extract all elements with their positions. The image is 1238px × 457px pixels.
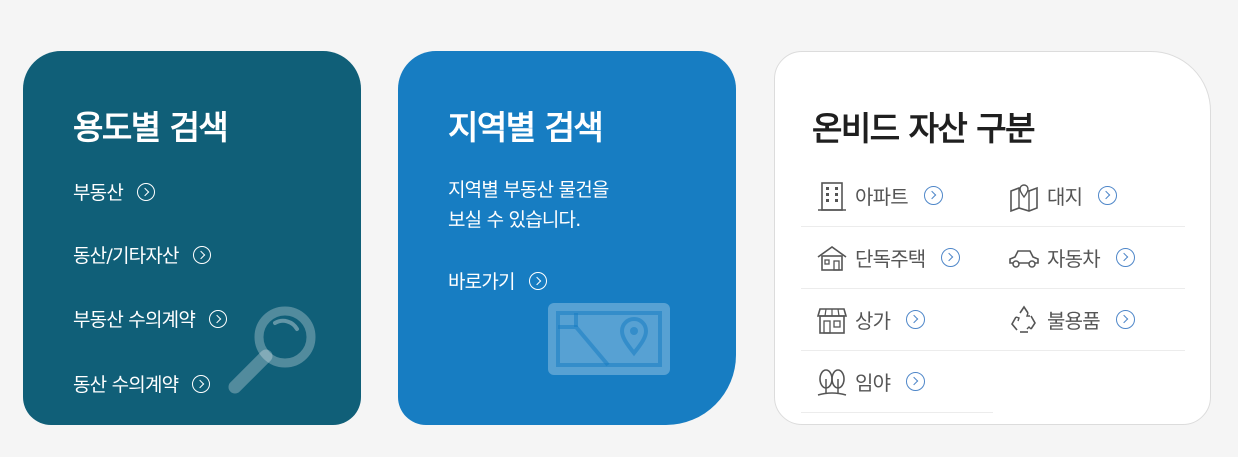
apartment-icon [818,181,846,211]
usage-search-title: 용도별 검색 [73,108,229,147]
asset-item-land[interactable]: 대지 [993,165,1185,227]
usage-link-label: 부동산 수의계약 [73,309,196,331]
store-icon [816,307,848,334]
land-map-icon [1010,183,1038,212]
asset-item-label: 임야 [855,371,891,395]
arrow-right-circle-icon [528,271,547,290]
arrow-right-circle-icon [906,372,926,391]
arrow-right-circle-icon [1098,186,1118,205]
asset-item-label: 자동차 [1047,247,1101,271]
asset-item-surplus-goods[interactable]: 불용품 [993,289,1185,351]
usage-search-card: 용도별 검색 부동산 동산/기타자산 부동산 수의계약 동산 수의계약 [23,51,361,425]
asset-item-forest[interactable]: 임야 [801,351,993,413]
usage-link-real-estate[interactable]: 부동산 [73,178,156,205]
usage-link-real-estate-private[interactable]: 부동산 수의계약 [73,305,228,332]
asset-item-label: 대지 [1047,185,1083,209]
arrow-right-circle-icon [1115,248,1135,267]
usage-link-label: 부동산 [73,182,124,204]
onbid-asset-types-card: 온비드 자산 구분 아파트 대지 단독주택 자동차 상가 불용품 임야 [774,51,1211,425]
asset-item-detached-house[interactable]: 단독주택 [801,227,993,289]
asset-item-label: 아파트 [855,185,909,209]
region-desc-line-2: 보실 수 있습니다. [448,209,581,231]
asset-item-store[interactable]: 상가 [801,289,993,351]
asset-types-title: 온비드 자산 구분 [812,109,1036,148]
asset-item-label: 불용품 [1047,309,1101,333]
usage-link-movables[interactable]: 동산/기타자산 [73,241,211,268]
asset-item-apartment[interactable]: 아파트 [801,165,993,227]
asset-item-car[interactable]: 자동차 [993,227,1185,289]
usage-link-label: 동산 수의계약 [73,374,179,396]
arrow-right-circle-icon [192,245,211,264]
asset-item-label: 단독주택 [855,247,926,271]
region-search-title: 지역별 검색 [448,108,604,147]
region-search-description: 지역별 부동산 물건을 보실 수 있습니다. [448,175,609,235]
region-shortcut-label: 바로가기 [448,271,516,293]
region-desc-line-1: 지역별 부동산 물건을 [448,179,609,201]
forest-icon [817,368,847,396]
arrow-right-circle-icon [137,182,156,201]
map-location-icon [548,303,670,375]
asset-item-label: 상가 [855,309,891,333]
region-shortcut-link[interactable]: 바로가기 [448,267,547,294]
usage-link-movables-private[interactable]: 동산 수의계약 [73,370,211,397]
arrow-right-circle-icon [192,374,211,393]
arrow-right-circle-icon [1115,310,1135,329]
region-search-card: 지역별 검색 지역별 부동산 물건을 보실 수 있습니다. 바로가기 [398,51,736,425]
usage-link-label: 동산/기타자산 [73,245,179,267]
arrow-right-circle-icon [923,186,943,205]
recycle-icon [1011,305,1036,333]
house-icon [817,245,847,271]
arrow-right-circle-icon [941,248,961,267]
magnifier-icon [228,306,316,394]
arrow-right-circle-icon [906,310,926,329]
car-icon [1009,249,1039,268]
